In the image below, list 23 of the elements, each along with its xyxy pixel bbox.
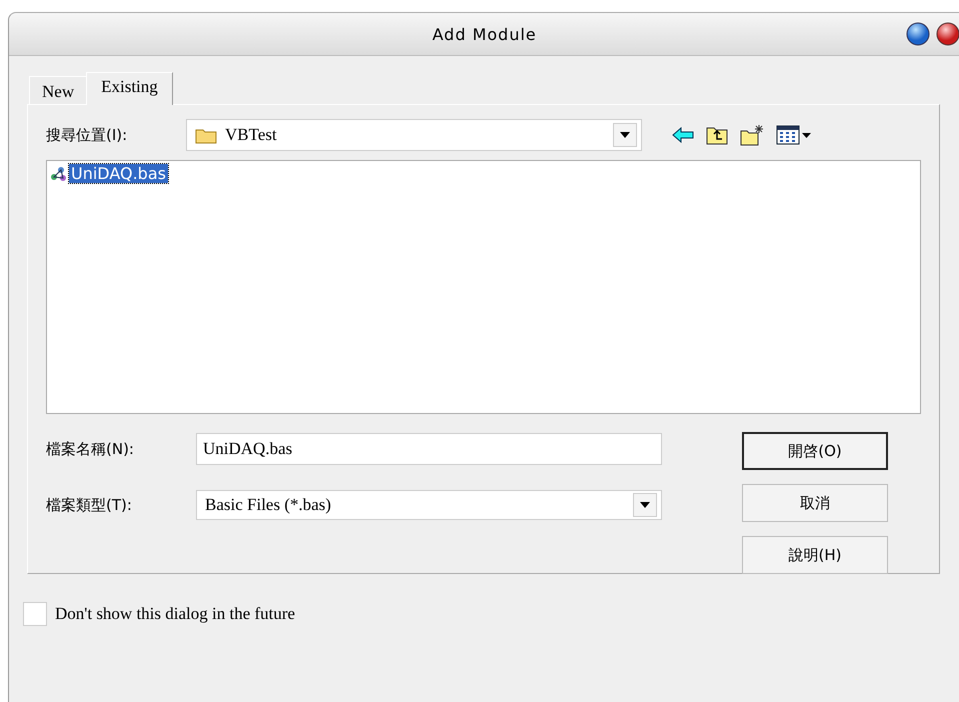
file-list[interactable]: UniDAQ.bas — [46, 160, 921, 414]
minimize-button[interactable] — [906, 22, 930, 46]
module-icon — [49, 164, 69, 182]
checkbox-label: Don't show this dialog in the future — [55, 604, 296, 624]
new-folder-icon[interactable] — [740, 124, 764, 146]
file-type-label: 檔案類型(T): — [46, 496, 133, 514]
dialog-button[interactable]: 說明(H) — [742, 536, 888, 574]
file-name-field[interactable]: UniDAQ.bas — [196, 433, 662, 465]
tab[interactable]: New — [29, 76, 88, 104]
dialog-button[interactable]: 取消 — [742, 484, 888, 522]
file-name-label: 檔案名稱(N): — [46, 440, 135, 458]
close-button[interactable] — [936, 22, 959, 46]
dialog-button[interactable]: 開啓(O) — [742, 432, 888, 470]
file-item[interactable]: UniDAQ.bas — [69, 164, 168, 183]
tab[interactable]: Existing — [86, 72, 173, 105]
view-menu-icon[interactable] — [776, 125, 812, 145]
back-arrow-icon[interactable] — [672, 127, 694, 143]
checkbox[interactable] — [23, 602, 47, 626]
up-folder-icon[interactable] — [706, 125, 728, 145]
look-in-dropdown[interactable]: VBTest — [186, 119, 642, 151]
file-type-dropdown[interactable]: Basic Files (*.bas) — [196, 490, 662, 520]
look-in-label: 搜尋位置(I): — [46, 126, 128, 144]
window-title: Add Module — [432, 24, 537, 44]
